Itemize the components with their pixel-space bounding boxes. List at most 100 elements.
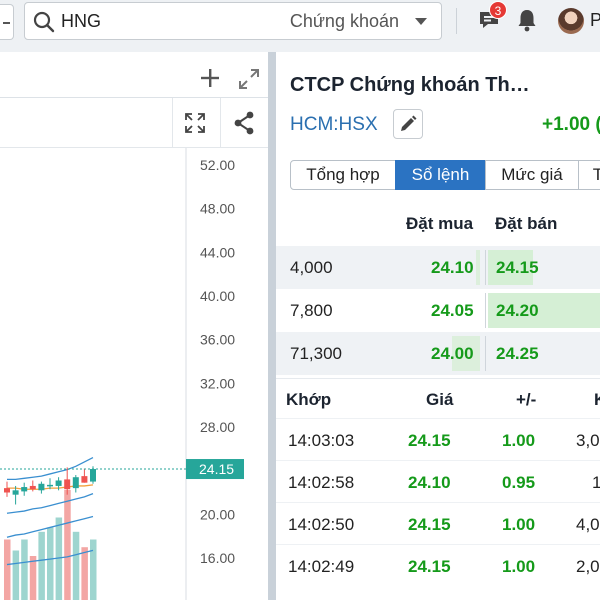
trade-time: 14:03:03 <box>288 431 355 450</box>
order-book-row: 7,800 24.05 24.20 <box>276 289 600 332</box>
bid-header: Đặt mua <box>406 214 474 233</box>
trade-volume: 2,0 <box>576 557 600 576</box>
bid-price[interactable]: 24.10 <box>431 258 474 278</box>
stock-detail-panel: CTCP Chứng khoán Th… HCM:HSX +1.00 ( Tổn… <box>276 52 600 600</box>
trade-time: 14:02:58 <box>288 473 355 492</box>
trade-volume: 1 <box>592 473 600 492</box>
toolbar-divider <box>220 98 221 148</box>
trade-row: 14:03:03 24.15 1.00 3,0 <box>276 418 600 460</box>
trade-price: 24.10 <box>408 473 451 492</box>
ask-header: Đặt bán <box>495 214 558 233</box>
chevron-down-icon[interactable] <box>415 18 427 25</box>
candle-body <box>4 488 10 493</box>
price-axis-label: 36.00 <box>200 332 235 348</box>
candle-body <box>90 469 96 482</box>
volume-bar <box>90 539 97 600</box>
trade-price: 24.15 <box>408 431 451 450</box>
candle-body <box>64 479 71 490</box>
price-axis-label: 20.00 <box>200 506 235 522</box>
order-book-row: 71,300 24.00 24.25 <box>276 332 600 375</box>
chart-toolbar <box>0 98 268 148</box>
book-divider <box>485 250 486 285</box>
price-axis-label: 40.00 <box>200 288 235 304</box>
candle-body <box>29 485 36 490</box>
candle-body <box>38 483 45 491</box>
volume-bar <box>72 531 80 600</box>
volume-bar <box>64 490 71 600</box>
collapse-button[interactable] <box>0 4 14 40</box>
candle-body <box>72 477 79 489</box>
share-icon[interactable] <box>233 111 255 135</box>
trade-volume-header: K <box>594 390 600 410</box>
trade-volume: 4,0 <box>576 515 600 534</box>
price-axis-label: 44.00 <box>200 244 235 260</box>
book-divider <box>485 336 486 371</box>
chart-panel-header <box>0 52 268 98</box>
notification-badge: 3 <box>489 1 507 19</box>
trade-change: 1.00 <box>502 431 536 450</box>
trade-time-header: Khớp <box>286 390 332 409</box>
volume-bar <box>47 527 54 600</box>
search-scope-select[interactable]: Chứng khoán <box>290 11 399 32</box>
fullscreen-icon[interactable] <box>184 112 206 134</box>
price-axis-label: 28.00 <box>200 419 235 435</box>
bell-icon[interactable] <box>516 8 538 32</box>
ask-price[interactable]: 24.15 <box>496 258 539 278</box>
ask-price[interactable]: 24.25 <box>496 344 539 364</box>
order-book-header: Đặt mua Đặt bán <box>276 202 600 246</box>
trade-change: 1.00 <box>502 515 536 534</box>
last-price-label: 24.15 <box>199 461 234 477</box>
bid-price[interactable]: 24.05 <box>431 301 474 321</box>
trade-row: 14:02:49 24.15 1.00 2,0 <box>276 544 600 586</box>
trade-price: 24.15 <box>408 557 451 576</box>
price-axis-label: 48.00 <box>200 201 235 217</box>
volume-bar <box>38 531 45 600</box>
tab-price-levels[interactable]: Mức giá <box>485 160 579 190</box>
toolbar-divider <box>456 8 457 34</box>
order-book-row: 4,000 24.10 24.15 <box>276 246 600 289</box>
price-chart[interactable]: 52.00 48.00 44.00 40.00 36.00 32.00 28.00 20.00… <box>0 148 268 600</box>
tab-summary[interactable]: Tổng hợp <box>290 160 396 190</box>
volume-bar <box>29 556 37 600</box>
bid-price[interactable]: 24.00 <box>431 344 474 364</box>
price-change: +1.00 ( <box>542 114 600 135</box>
volume-bar <box>4 539 11 600</box>
candle-body <box>55 480 62 486</box>
company-name: CTCP Chứng khoán Th… <box>290 74 530 96</box>
trade-price-header: Giá <box>426 390 454 409</box>
ask-price[interactable]: 24.20 <box>496 301 539 321</box>
expand-icon[interactable] <box>238 68 260 90</box>
plus-icon[interactable] <box>200 68 220 88</box>
trades-header: Khớp Giá +/- K <box>276 378 600 418</box>
tab-order-book[interactable]: Sổ lệnh <box>395 160 486 190</box>
volume-bar <box>21 539 28 600</box>
trade-row: 14:02:58 24.10 0.95 1 <box>276 460 600 502</box>
search-box[interactable]: Chứng khoán <box>24 2 442 40</box>
trade-change: 0.95 <box>502 473 536 492</box>
chart-panel: 52.00 48.00 44.00 40.00 36.00 32.00 28.00 20.00… <box>0 52 268 600</box>
candle-body <box>81 476 88 483</box>
bid-depth-bar <box>476 250 480 285</box>
price-axis-label: 16.00 <box>200 550 235 566</box>
edit-button[interactable] <box>393 109 423 139</box>
book-divider <box>485 293 486 328</box>
trade-row: 14:02:50 24.15 1.00 4,0 <box>276 502 600 544</box>
ticker-link[interactable]: HCM:HSX <box>290 114 378 136</box>
candle-body <box>12 490 19 495</box>
pencil-icon <box>401 115 417 131</box>
order-volume: 4,000 <box>290 258 333 277</box>
search-icon <box>33 11 55 33</box>
price-axis-label: 32.00 <box>200 375 235 391</box>
order-volume: 71,300 <box>290 344 342 363</box>
trade-change: 1.00 <box>502 557 536 576</box>
search-input[interactable] <box>61 3 261 39</box>
tab-more[interactable]: T <box>578 160 600 190</box>
candle-body <box>21 487 28 492</box>
minus-icon <box>3 22 10 24</box>
avatar[interactable] <box>558 8 584 34</box>
trade-time: 14:02:49 <box>288 557 355 576</box>
user-name[interactable]: P <box>590 10 600 31</box>
top-bar: Chứng khoán 3 P <box>0 0 600 52</box>
toolbar-divider <box>172 98 173 148</box>
order-volume: 7,800 <box>290 301 333 320</box>
